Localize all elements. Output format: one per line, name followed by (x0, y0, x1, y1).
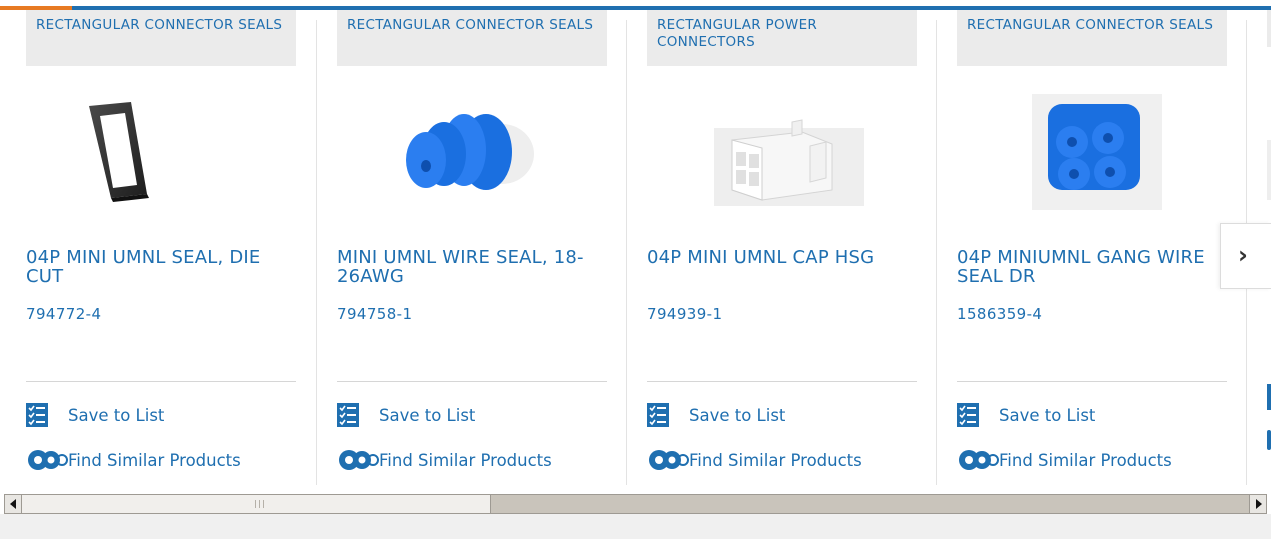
checklist-icon (337, 403, 359, 427)
find-similar-label: Find Similar Products (689, 450, 862, 470)
scrollbar-thumb[interactable] (22, 495, 491, 513)
checklist-icon (647, 403, 669, 427)
product-image-cap-housing[interactable] (692, 92, 882, 222)
save-to-list-label: Save to List (689, 405, 786, 425)
bottom-panel (0, 514, 1271, 539)
part-number[interactable]: 794758-1 (337, 305, 412, 323)
chevron-right-icon: › (1238, 241, 1248, 269)
product-title[interactable]: 04P MINIUMNL GANG WIRE SEAL DR (957, 248, 1225, 286)
card-separator (936, 20, 937, 485)
part-number[interactable]: 1586359-4 (957, 305, 1042, 323)
product-title[interactable]: 04P MINI UMNL SEAL, DIE CUT (26, 248, 294, 286)
save-to-list-button[interactable]: Save to List (957, 402, 1095, 428)
part-number[interactable]: 794939-1 (647, 305, 722, 323)
product-card: RECTANGULAR CONNECTOR SEALS 04P MINI UMN… (26, 10, 296, 485)
gears-icon (959, 450, 999, 470)
card-divider-rule (647, 381, 917, 382)
save-to-list-label: Save to List (379, 405, 476, 425)
find-similar-button[interactable]: Find Similar Products (647, 447, 862, 473)
product-title[interactable]: MINI UMNL WIRE SEAL, 18-26AWG (337, 248, 605, 286)
gears-icon (649, 450, 689, 470)
part-number[interactable]: 794772-4 (26, 305, 101, 323)
next-card-category-peek[interactable] (1267, 10, 1271, 47)
category-label[interactable]: RECTANGULAR CONNECTOR SEALS (957, 10, 1227, 66)
scroll-right-arrow-icon[interactable] (1249, 495, 1266, 513)
card-divider-rule (26, 381, 296, 382)
find-similar-button[interactable]: Find Similar Products (337, 447, 552, 473)
category-label[interactable]: RECTANGULAR CONNECTOR SEALS (26, 10, 296, 66)
find-similar-label: Find Similar Products (379, 450, 552, 470)
product-image-wire-seal[interactable] (382, 92, 572, 222)
next-card-image-peek[interactable] (1267, 140, 1271, 200)
card-separator (626, 20, 627, 485)
horizontal-scrollbar[interactable] (4, 494, 1267, 514)
scroll-left-arrow-icon[interactable] (5, 495, 22, 513)
product-card: RECTANGULAR POWER CONNECTORS 04P MINI UM… (647, 10, 917, 485)
product-card: RECTANGULAR CONNECTOR SEALS MINI UMNL WI… (337, 10, 607, 485)
product-image-seal[interactable] (71, 92, 261, 222)
gears-icon (339, 450, 379, 470)
carousel-next-button[interactable]: › (1220, 223, 1271, 289)
checklist-icon (26, 403, 48, 427)
product-title[interactable]: 04P MINI UMNL CAP HSG (647, 248, 915, 267)
save-to-list-label: Save to List (999, 405, 1096, 425)
find-similar-button[interactable]: Find Similar Products (957, 447, 1172, 473)
category-label[interactable]: RECTANGULAR CONNECTOR SEALS (337, 10, 607, 66)
product-image-gang-seal[interactable] (1002, 92, 1192, 222)
find-similar-label: Find Similar Products (999, 450, 1172, 470)
card-divider-rule (957, 381, 1227, 382)
next-card-find-icon-peek[interactable] (1267, 430, 1271, 450)
gears-icon (28, 450, 68, 470)
category-label[interactable]: RECTANGULAR POWER CONNECTORS (647, 10, 917, 66)
product-carousel: RECTANGULAR CONNECTOR SEALS 04P MINI UMN… (0, 10, 1271, 485)
find-similar-label: Find Similar Products (68, 450, 241, 470)
card-divider-rule (337, 381, 607, 382)
next-card-save-icon-peek[interactable] (1267, 384, 1271, 410)
find-similar-button[interactable]: Find Similar Products (26, 447, 241, 473)
card-separator (316, 20, 317, 485)
save-to-list-label: Save to List (68, 405, 165, 425)
save-to-list-button[interactable]: Save to List (337, 402, 475, 428)
checklist-icon (957, 403, 979, 427)
product-card: RECTANGULAR CONNECTOR SEALS 04P MINIUMNL… (957, 10, 1227, 485)
save-to-list-button[interactable]: Save to List (647, 402, 785, 428)
scrollbar-grip (255, 500, 264, 508)
save-to-list-button[interactable]: Save to List (26, 402, 164, 428)
